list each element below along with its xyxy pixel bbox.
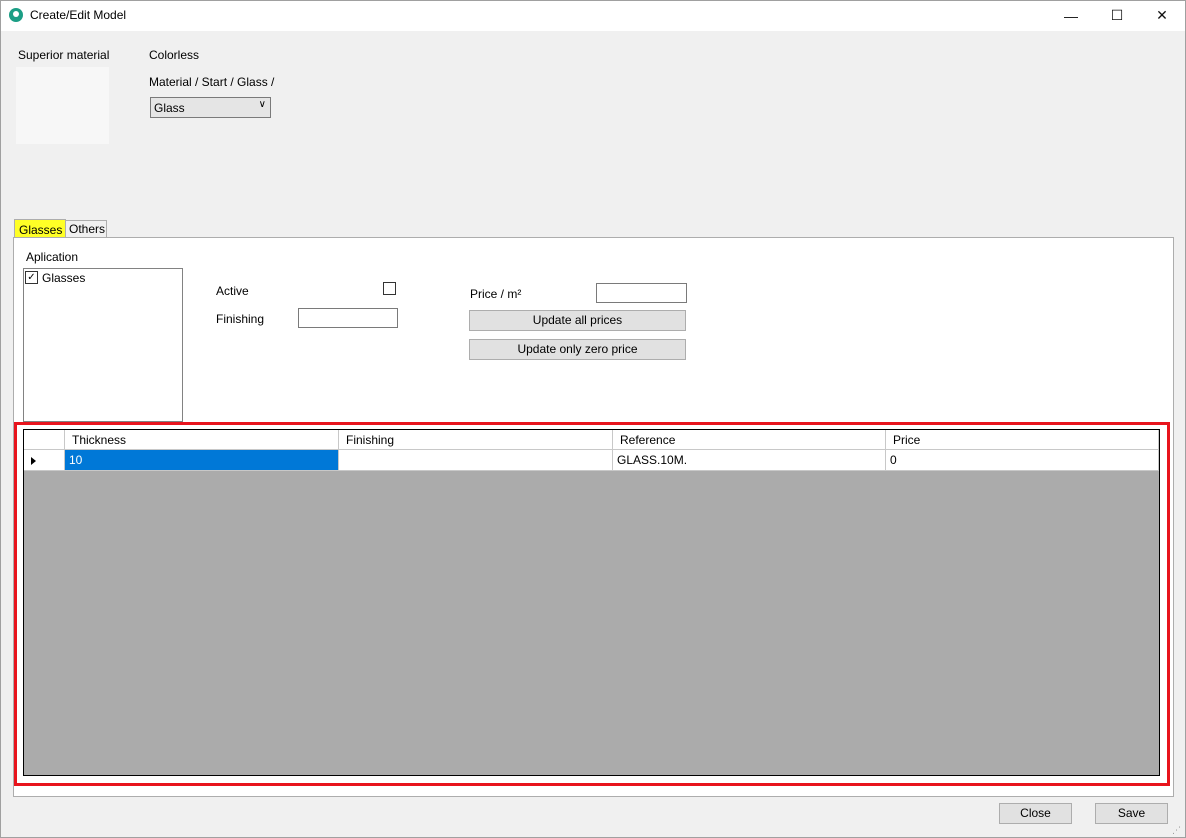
data-grid[interactable]: Thickness Finishing Reference Price 10 G… [23, 429, 1160, 776]
column-header-price[interactable]: Price [886, 430, 1159, 450]
chevron-down-icon: ∨ [258, 99, 266, 110]
superior-material-label: Superior material [18, 48, 110, 62]
price-per-m2-label: Price / m² [470, 287, 522, 301]
finishing-input[interactable] [298, 308, 398, 328]
app-icon [9, 8, 23, 22]
tab-glasses[interactable]: Glasses [14, 219, 66, 239]
close-icon: ✕ [1156, 7, 1168, 23]
material-preview [16, 67, 109, 144]
column-header-reference[interactable]: Reference [613, 430, 886, 450]
aplication-glasses-label: Glasses [42, 271, 86, 285]
resize-grip-icon[interactable]: ⋰ [1172, 825, 1181, 836]
tab-glasses-label: Glasses [19, 223, 63, 237]
current-row-arrow-icon [31, 457, 36, 465]
column-header-finishing[interactable]: Finishing [339, 430, 613, 450]
save-button[interactable]: Save [1095, 803, 1168, 824]
material-select-value: Glass [154, 101, 185, 115]
maximize-button[interactable]: ☐ [1094, 0, 1140, 31]
update-zero-price-button[interactable]: Update only zero price [469, 339, 686, 360]
aplication-glasses-checkbox[interactable]: ✓ [25, 271, 38, 284]
active-checkbox[interactable] [383, 282, 396, 295]
cell-finishing[interactable] [339, 450, 613, 471]
column-header-thickness[interactable]: Thickness [65, 430, 339, 450]
color-name-label: Colorless [149, 48, 200, 62]
grid-corner-header [24, 430, 65, 450]
tab-others-label: Others [69, 222, 106, 236]
aplication-checklist[interactable] [23, 268, 183, 422]
cell-thickness[interactable]: 10 [65, 450, 339, 471]
price-input[interactable] [596, 283, 687, 303]
cell-price[interactable]: 0 [886, 450, 1159, 471]
maximize-icon: ☐ [1110, 7, 1124, 23]
close-window-button[interactable]: ✕ [1139, 0, 1185, 31]
minimize-icon: — [1064, 7, 1078, 24]
material-path-label: Material / Start / Glass / [149, 75, 275, 89]
window-title: Create/Edit Model [30, 8, 127, 22]
material-select[interactable]: Glass ∨ [150, 97, 271, 118]
finishing-label: Finishing [216, 312, 265, 326]
close-button[interactable]: Close [999, 803, 1072, 824]
aplication-label: Aplication [26, 250, 79, 264]
title-bar: Create/Edit Model — ☐ ✕ [0, 0, 1186, 31]
cell-reference[interactable]: GLASS.10M. [613, 450, 886, 471]
tab-others[interactable]: Others [65, 220, 107, 238]
minimize-button[interactable]: — [1048, 0, 1094, 31]
active-label: Active [216, 284, 249, 298]
row-header[interactable] [24, 450, 65, 471]
update-all-prices-button[interactable]: Update all prices [469, 310, 686, 331]
